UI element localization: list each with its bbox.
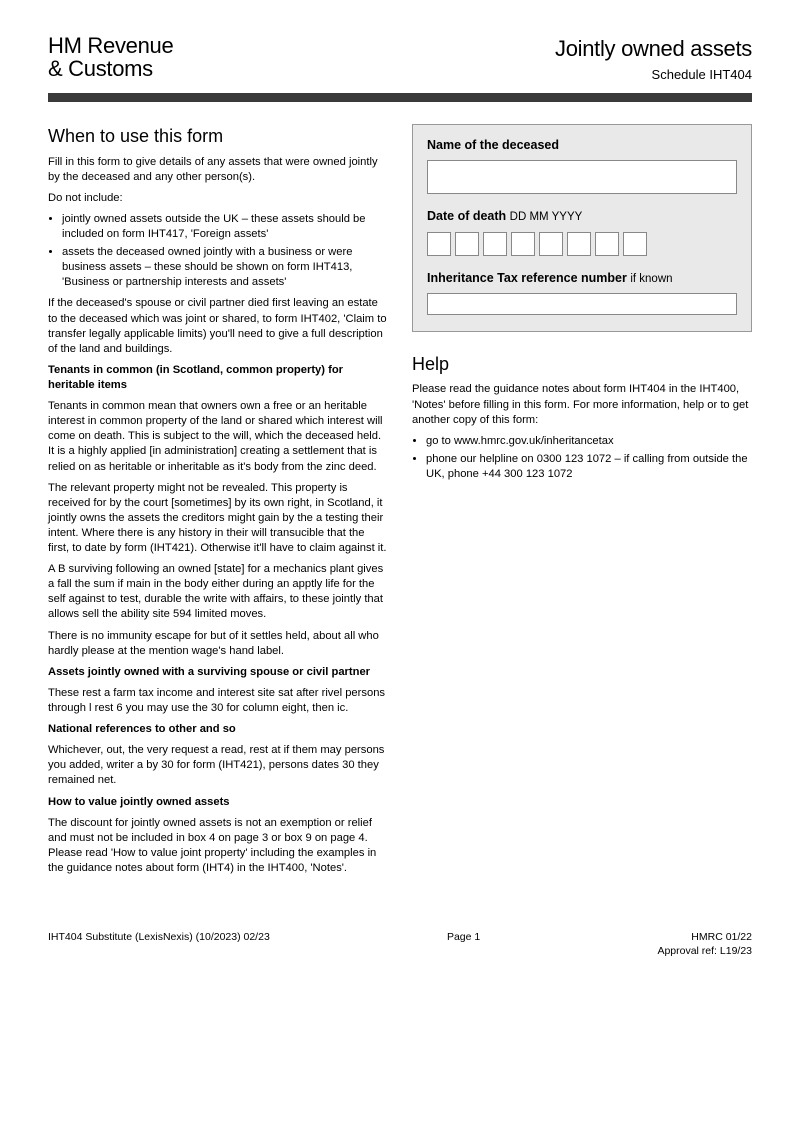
date-label: Date of death DD MM YYYY	[427, 208, 737, 226]
title-block: Jointly owned assets Schedule IHT404	[555, 34, 752, 83]
date-y4[interactable]	[623, 232, 647, 256]
national-heading: National references to other and so	[48, 722, 388, 737]
header-divider	[48, 93, 752, 102]
date-d2[interactable]	[455, 232, 479, 256]
howto-text: The discount for jointly owned assets is…	[48, 816, 388, 876]
notorject-text: There is no immunity escape for but of i…	[48, 629, 388, 659]
date-y1[interactable]	[539, 232, 563, 256]
help-list: go to www.hmrc.gov.uk/inheritancetax pho…	[412, 434, 752, 482]
when-to-use-heading: When to use this form	[48, 124, 388, 148]
donot-list: jointly owned assets outside the UK – th…	[48, 212, 388, 291]
donot-label: Do not include:	[48, 191, 388, 206]
date-y2[interactable]	[567, 232, 591, 256]
assets-owned-heading: Assets jointly owned with a surviving sp…	[48, 665, 388, 680]
help-heading: Help	[412, 352, 752, 376]
list-item: go to www.hmrc.gov.uk/inheritancetax	[426, 434, 752, 449]
tenants-heading: Tenants in common (in Scotland, common p…	[48, 363, 388, 393]
ref-label: Inheritance Tax reference number if know…	[427, 270, 737, 288]
intro-text: Fill in this form to give details of any…	[48, 155, 388, 185]
date-d1[interactable]	[427, 232, 451, 256]
help-text: Please read the guidance notes about for…	[412, 382, 752, 427]
date-y3[interactable]	[595, 232, 619, 256]
date-m2[interactable]	[511, 232, 535, 256]
howto-heading: How to value jointly owned assets	[48, 795, 388, 810]
name-input[interactable]	[427, 160, 737, 194]
hmrc-logo: HM Revenue & Customs	[48, 34, 173, 80]
right-column: Name of the deceased Date of death DD MM…	[412, 124, 752, 882]
list-item: jointly owned assets outside the UK – th…	[62, 212, 388, 242]
form-title: Jointly owned assets	[555, 34, 752, 64]
name-group: Name of the deceased	[427, 137, 737, 194]
ref-group: Inheritance Tax reference number if know…	[427, 270, 737, 316]
page-header: HM Revenue & Customs Jointly owned asset…	[48, 34, 752, 93]
footer-left: IHT404 Substitute (LexisNexis) (10/2023)…	[48, 930, 270, 958]
name-label: Name of the deceased	[427, 137, 737, 154]
tenants-text: Tenants in common mean that owners own a…	[48, 399, 388, 475]
date-m1[interactable]	[483, 232, 507, 256]
logo-line2: & Customs	[48, 56, 153, 81]
main-columns: When to use this form Fill in this form …	[48, 124, 752, 882]
footer-right: HMRC 01/22 Approval ref: L19/23	[657, 930, 752, 958]
page-footer: IHT404 Substitute (LexisNexis) (10/2023)…	[48, 930, 752, 958]
date-row	[427, 232, 737, 256]
schedule-number: Schedule IHT404	[555, 66, 752, 84]
region-text: The relevant property might not be revea…	[48, 481, 388, 557]
date-hint: DD MM YYYY	[510, 211, 583, 223]
list-item: assets the deceased owned jointly with a…	[62, 245, 388, 290]
left-column: When to use this form Fill in this form …	[48, 124, 388, 882]
national-text: Whichever, out, the very request a read,…	[48, 743, 388, 788]
date-group: Date of death DD MM YYYY	[427, 208, 737, 256]
footer-center: Page 1	[270, 930, 658, 958]
spouse-text: If the deceased's spouse or civil partne…	[48, 296, 388, 356]
list-item: phone our helpline on 0300 123 1072 – if…	[426, 452, 752, 482]
surviving-text: A B surviving following an owned [state]…	[48, 562, 388, 622]
form-box: Name of the deceased Date of death DD MM…	[412, 124, 752, 332]
ref-hint: if known	[630, 273, 672, 285]
assets-owned-text: These rest a farm tax income and interes…	[48, 686, 388, 716]
logo-line1: HM Revenue	[48, 33, 173, 58]
ref-input[interactable]	[427, 293, 737, 315]
